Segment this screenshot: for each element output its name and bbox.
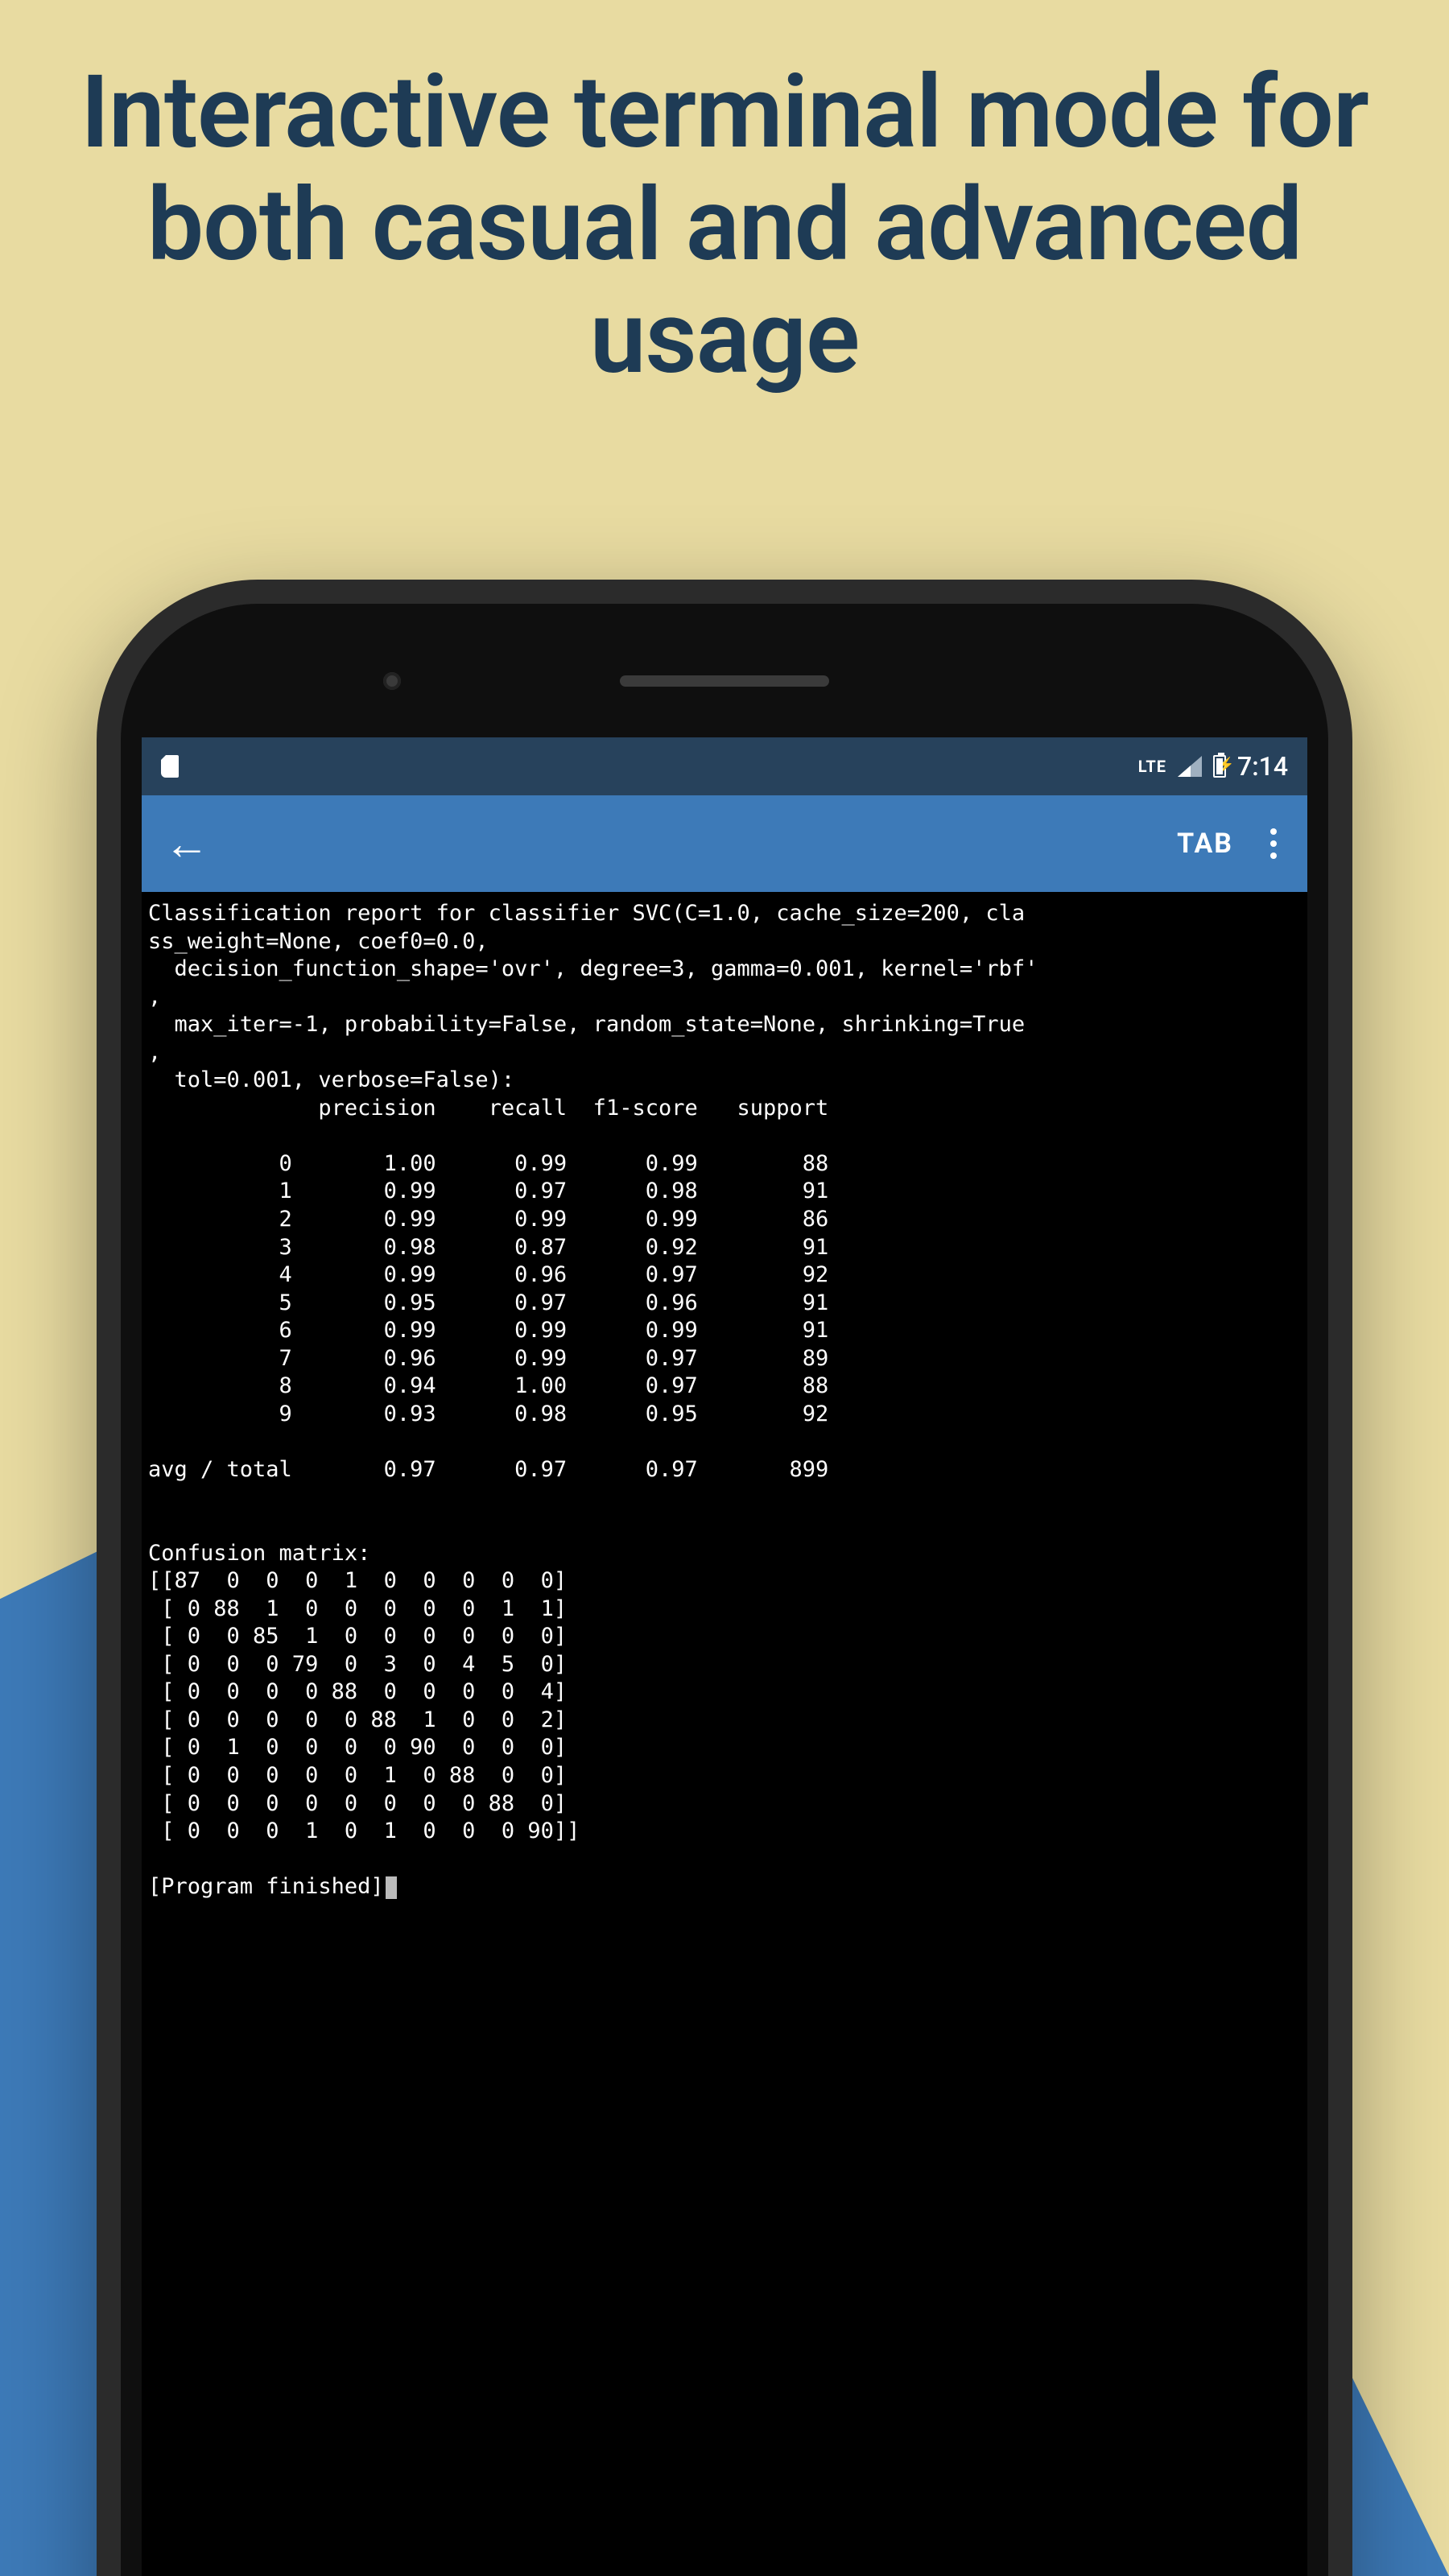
status-bar: LTE ⚡ 7:14 bbox=[142, 737, 1307, 795]
terminal-text: Classification report for classifier SVC… bbox=[148, 901, 1038, 1899]
signal-icon bbox=[1178, 756, 1202, 777]
battery-icon: ⚡ bbox=[1213, 755, 1226, 778]
phone-frame: LTE ⚡ 7:14 ← TAB Classification report f… bbox=[97, 580, 1352, 2576]
overflow-menu-button[interactable] bbox=[1262, 822, 1285, 865]
camera-icon bbox=[383, 672, 401, 690]
phone-screen: LTE ⚡ 7:14 ← TAB Classification report f… bbox=[142, 737, 1307, 2576]
network-lte-label: LTE bbox=[1138, 757, 1166, 776]
clock-time: 7:14 bbox=[1237, 751, 1288, 782]
app-bar: ← TAB bbox=[142, 795, 1307, 892]
promo-headline: Interactive terminal mode for both casua… bbox=[0, 0, 1449, 394]
sd-card-icon bbox=[161, 755, 179, 778]
back-button[interactable]: ← bbox=[164, 821, 209, 866]
tab-button[interactable]: TAB bbox=[1177, 828, 1233, 860]
cursor-icon bbox=[386, 1876, 397, 1899]
speaker-icon bbox=[620, 675, 829, 687]
terminal-output[interactable]: Classification report for classifier SVC… bbox=[142, 892, 1307, 2576]
phone-bezel bbox=[142, 625, 1307, 737]
charging-icon: ⚡ bbox=[1216, 758, 1234, 773]
